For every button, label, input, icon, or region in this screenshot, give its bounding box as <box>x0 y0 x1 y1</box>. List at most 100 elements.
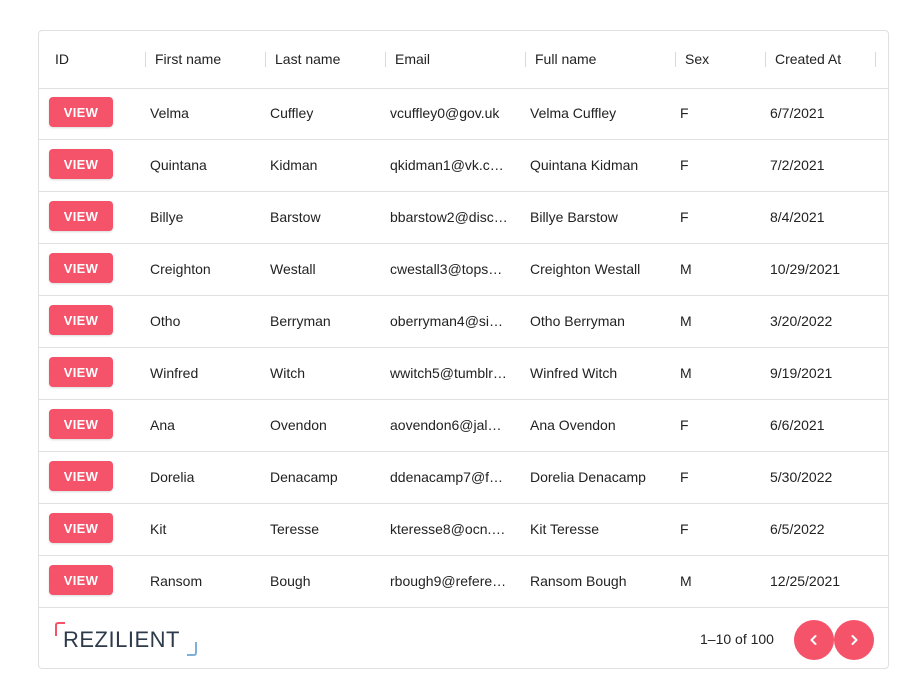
rezilient-logo: REZILIENT <box>55 622 197 656</box>
cell-sex: F <box>680 521 689 537</box>
pagination-info: 1–10 of 100 <box>700 631 774 647</box>
cell-created-at: 6/5/2022 <box>770 521 825 537</box>
cell-sex: M <box>680 261 692 277</box>
previous-page-button[interactable] <box>794 620 834 660</box>
view-button[interactable]: VIEW <box>49 513 113 543</box>
cell-email: qkidman1@vk.c… <box>390 157 504 173</box>
table-row[interactable]: VIEW Ransom Bough rbough9@refere… Ransom… <box>39 556 888 608</box>
cell-full-name: Quintana Kidman <box>530 157 639 173</box>
column-header-full-name[interactable]: Full name <box>535 31 596 88</box>
cell-created-at: 6/7/2021 <box>770 105 825 121</box>
table-row[interactable]: VIEW Dorelia Denacamp ddenacamp7@f… Dore… <box>39 452 888 504</box>
cell-sex: M <box>680 573 692 589</box>
chevron-right-icon <box>851 635 858 645</box>
table-row[interactable]: VIEW Winfred Witch wwitch5@tumblr… Winfr… <box>39 348 888 400</box>
cell-full-name: Kit Teresse <box>530 521 599 537</box>
cell-last-name: Kidman <box>270 157 318 173</box>
column-header-sex[interactable]: Sex <box>685 31 709 88</box>
table-row[interactable]: VIEW Ana Ovendon aovendon6@jal… Ana Oven… <box>39 400 888 452</box>
cell-full-name: Ana Ovendon <box>530 417 616 433</box>
cell-email: vcuffley0@gov.uk <box>390 105 500 121</box>
cell-created-at: 7/2/2021 <box>770 157 825 173</box>
table-row[interactable]: VIEW Kit Teresse kteresse8@ocn.… Kit Ter… <box>39 504 888 556</box>
column-header-first-name[interactable]: First name <box>155 31 221 88</box>
cell-full-name: Dorelia Denacamp <box>530 469 646 485</box>
table-row[interactable]: VIEW Velma Cuffley vcuffley0@gov.uk Velm… <box>39 88 888 140</box>
cell-first-name: Kit <box>150 521 167 537</box>
cell-sex: M <box>680 313 692 329</box>
column-separator[interactable] <box>385 52 386 67</box>
cell-last-name: Denacamp <box>270 469 338 485</box>
cell-full-name: Billye Barstow <box>530 209 618 225</box>
cell-first-name: Velma <box>150 105 189 121</box>
next-page-button[interactable] <box>834 620 874 660</box>
column-separator[interactable] <box>525 52 526 67</box>
cell-full-name: Otho Berryman <box>530 313 625 329</box>
cell-first-name: Winfred <box>150 365 199 381</box>
cell-email: rbough9@refere… <box>390 573 507 589</box>
cell-sex: F <box>680 105 689 121</box>
table-row[interactable]: VIEW Otho Berryman oberryman4@si… Otho B… <box>39 296 888 348</box>
cell-created-at: 8/4/2021 <box>770 209 825 225</box>
cell-full-name: Velma Cuffley <box>530 105 617 121</box>
column-separator[interactable] <box>145 52 146 67</box>
cell-email: aovendon6@jal… <box>390 417 502 433</box>
data-grid: ID First name Last name Email Full name … <box>38 30 889 669</box>
cell-last-name: Barstow <box>270 209 321 225</box>
view-button[interactable]: VIEW <box>49 565 113 595</box>
cell-created-at: 9/19/2021 <box>770 365 833 381</box>
cell-full-name: Winfred Witch <box>530 365 618 381</box>
chevron-left-icon <box>810 635 817 645</box>
cell-created-at: 5/30/2022 <box>770 469 833 485</box>
cell-sex: F <box>680 209 689 225</box>
table-row[interactable]: VIEW Billye Barstow bbarstow2@disc… Bill… <box>39 192 888 244</box>
column-separator[interactable] <box>875 52 876 67</box>
cell-sex: M <box>680 365 692 381</box>
cell-email: cwestall3@tops… <box>390 261 503 277</box>
cell-first-name: Creighton <box>150 261 211 277</box>
view-button[interactable]: VIEW <box>49 201 113 231</box>
view-button[interactable]: VIEW <box>49 97 113 127</box>
view-button[interactable]: VIEW <box>49 409 113 439</box>
cell-first-name: Ransom <box>150 573 203 589</box>
column-separator[interactable] <box>265 52 266 67</box>
table-row[interactable]: VIEW Creighton Westall cwestall3@tops… C… <box>39 244 888 296</box>
cell-first-name: Billye <box>150 209 184 225</box>
view-button[interactable]: VIEW <box>49 461 113 491</box>
cell-sex: F <box>680 417 689 433</box>
cell-sex: F <box>680 157 689 173</box>
cell-last-name: Westall <box>270 261 316 277</box>
cell-first-name: Otho <box>150 313 181 329</box>
cell-last-name: Teresse <box>270 521 320 537</box>
cell-email: bbarstow2@disc… <box>390 209 508 225</box>
cell-last-name: Ovendon <box>270 417 327 433</box>
cell-email: oberryman4@si… <box>390 313 504 329</box>
cell-email: wwitch5@tumblr… <box>390 365 507 381</box>
column-header-email[interactable]: Email <box>395 31 430 88</box>
logo-bracket-bottom-right <box>187 642 197 656</box>
cell-full-name: Ransom Bough <box>530 573 627 589</box>
table-row[interactable]: VIEW Quintana Kidman qkidman1@vk.c… Quin… <box>39 140 888 192</box>
cell-sex: F <box>680 469 689 485</box>
column-separator[interactable] <box>675 52 676 67</box>
column-header-last-name[interactable]: Last name <box>275 31 340 88</box>
view-button[interactable]: VIEW <box>49 149 113 179</box>
cell-created-at: 12/25/2021 <box>770 573 841 589</box>
cell-last-name: Witch <box>270 365 305 381</box>
cell-full-name: Creighton Westall <box>530 261 641 277</box>
grid-footer: REZILIENT 1–10 of 100 <box>39 608 888 668</box>
cell-last-name: Bough <box>270 573 311 589</box>
view-button[interactable]: VIEW <box>49 305 113 335</box>
column-separator[interactable] <box>765 52 766 67</box>
view-button[interactable]: VIEW <box>49 357 113 387</box>
logo-text: REZILIENT <box>63 627 180 652</box>
cell-last-name: Berryman <box>270 313 331 329</box>
column-header-created-at[interactable]: Created At <box>775 31 841 88</box>
column-header-id[interactable]: ID <box>55 31 69 88</box>
view-button[interactable]: VIEW <box>49 253 113 283</box>
cell-created-at: 10/29/2021 <box>770 261 841 277</box>
cell-created-at: 3/20/2022 <box>770 313 833 329</box>
cell-first-name: Ana <box>150 417 175 433</box>
cell-created-at: 6/6/2021 <box>770 417 825 433</box>
grid-header: ID First name Last name Email Full name … <box>39 31 888 89</box>
